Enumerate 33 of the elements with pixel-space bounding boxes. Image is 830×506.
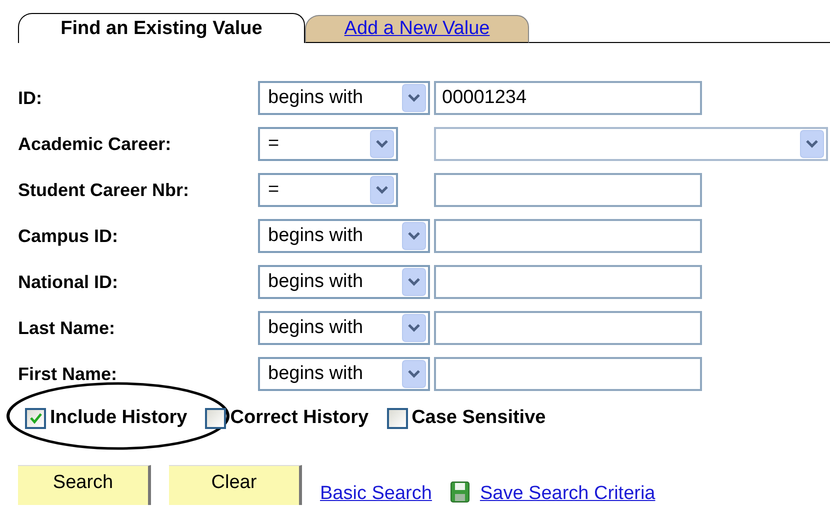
text-field[interactable] xyxy=(434,219,702,253)
text-field[interactable] xyxy=(434,173,702,207)
link[interactable]: Basic Search xyxy=(320,483,432,505)
text-field[interactable]: 00001234 xyxy=(434,81,702,115)
text-field[interactable] xyxy=(434,265,702,299)
button[interactable]: Search xyxy=(18,465,151,505)
operator-dropdown[interactable]: = xyxy=(258,173,398,207)
operator-dropdown[interactable]: = xyxy=(258,127,398,161)
button[interactable]: Clear xyxy=(169,465,302,505)
checkbox-label: Include History xyxy=(50,407,188,429)
checkbox[interactable] xyxy=(25,408,46,428)
text-field[interactable] xyxy=(434,357,702,391)
link[interactable]: Save Search Criteria xyxy=(480,483,656,505)
operator-dropdown[interactable]: begins with xyxy=(258,219,430,253)
text-field[interactable] xyxy=(434,311,702,345)
field-label: National ID: xyxy=(18,272,118,292)
checkbox[interactable] xyxy=(386,408,408,428)
operator-dropdown[interactable]: begins with xyxy=(258,311,430,345)
field-label: ID: xyxy=(18,88,42,108)
checkbox[interactable] xyxy=(205,408,226,428)
field-label: First Name: xyxy=(18,364,118,384)
field-label: Student Career Nbr: xyxy=(18,180,190,200)
operator-dropdown[interactable]: begins with xyxy=(258,265,430,299)
checkbox-label: Case Sensitive xyxy=(412,407,546,429)
checkbox-label: Correct History xyxy=(230,407,369,429)
field-label: Campus ID: xyxy=(18,226,118,246)
value-dropdown[interactable] xyxy=(434,127,828,161)
field-label: Academic Career: xyxy=(18,134,172,154)
tab[interactable]: Add a New Value xyxy=(305,15,529,43)
operator-dropdown[interactable]: begins with xyxy=(258,357,430,391)
field-label: Last Name: xyxy=(18,318,116,338)
operator-dropdown[interactable]: begins with xyxy=(258,81,430,115)
tab[interactable]: Find an Existing Value xyxy=(18,13,305,43)
